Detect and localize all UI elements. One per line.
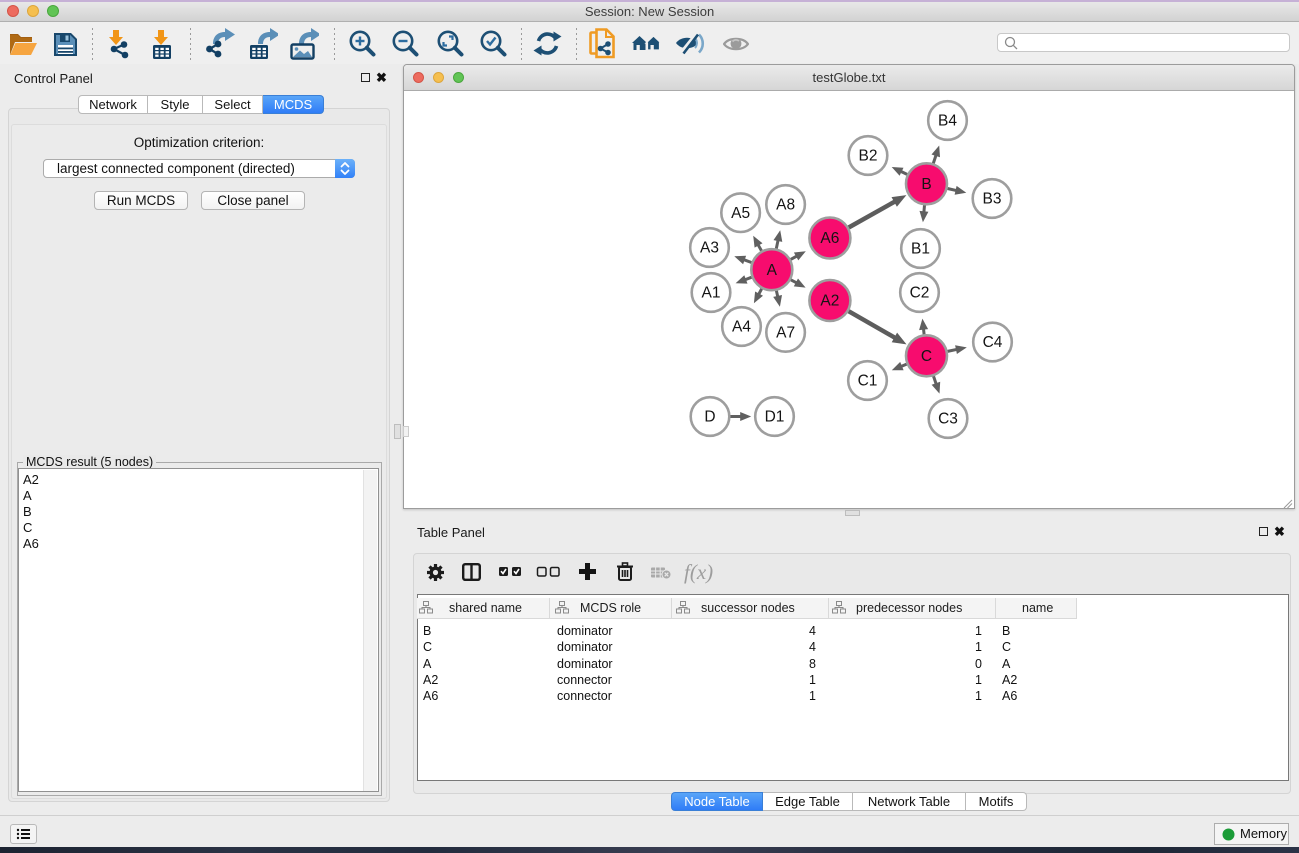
svg-text:B1: B1 [911,241,930,258]
svg-text:D: D [704,409,715,426]
svg-text:A1: A1 [702,285,721,302]
svg-text:A3: A3 [700,240,719,257]
svg-text:B2: B2 [859,148,878,165]
svg-text:C4: C4 [983,334,1003,351]
svg-text:A8: A8 [776,197,795,214]
svg-text:C: C [921,348,932,365]
svg-text:A: A [767,262,778,279]
svg-text:C3: C3 [938,411,958,428]
svg-text:D1: D1 [765,409,785,426]
svg-text:A4: A4 [732,319,751,336]
svg-text:A6: A6 [820,230,839,247]
svg-text:C2: C2 [910,285,930,302]
svg-text:A5: A5 [731,205,750,222]
svg-text:B3: B3 [983,191,1002,208]
svg-text:A7: A7 [776,325,795,342]
svg-text:A2: A2 [820,293,839,310]
svg-text:C1: C1 [858,373,878,390]
svg-text:B: B [921,176,931,193]
svg-text:B4: B4 [938,113,957,130]
